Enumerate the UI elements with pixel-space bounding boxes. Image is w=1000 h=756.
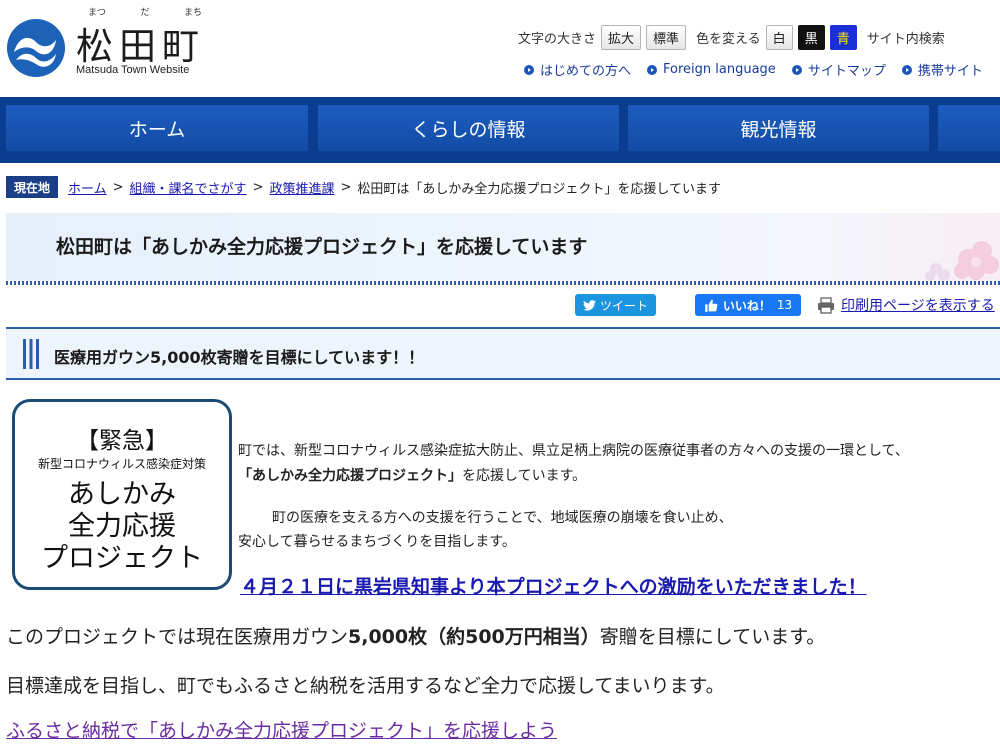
link-mobile-site[interactable]: 携帯サイト (901, 60, 983, 79)
printer-icon (818, 296, 834, 314)
share-toolbar: ツイート いいね！ 13 印刷用ページを表示する (0, 294, 1000, 318)
breadcrumb-dept[interactable]: 政策推進課 (269, 178, 334, 197)
nav-item-next[interactable] (938, 105, 1000, 151)
font-standard-button[interactable]: 標準 (646, 24, 687, 50)
breadcrumb-badge: 現在地 (6, 176, 59, 198)
town-emblem-logo[interactable] (6, 18, 66, 78)
nav-item-tourism[interactable]: 観光情報 (628, 105, 929, 151)
circle-arrow-icon (901, 64, 912, 75)
circle-arrow-icon (524, 64, 534, 75)
color-white-button[interactable]: 白 (765, 24, 793, 50)
link-sitemap[interactable]: サイトマップ (791, 60, 886, 79)
breadcrumb: 現在地 ホーム > 組織・課名でさがす > 政策推進課 > 松田町は「あしかみ全… (6, 176, 721, 198)
goal-paragraph: このプロジェクトでは現在医療用ガウン5,000枚（約500万円相当）寄贈を目標に… (6, 622, 825, 649)
font-enlarge-button[interactable]: 拡大 (601, 24, 642, 50)
emblem-line-5: プロジェクト (41, 543, 203, 574)
emblem-line-2: 新型コロナウィルス感染症対策 (37, 457, 206, 471)
breadcrumb-home[interactable]: ホーム (68, 178, 107, 197)
color-black-button[interactable]: 黒 (797, 24, 825, 50)
link-sitemap-label: サイトマップ (807, 64, 886, 79)
emblem-line-1: 【緊急】 (76, 428, 168, 454)
support-paragraph-line-2: 安心して暮らせるまちづくりを目指します。 (238, 534, 516, 550)
link-foreign-language[interactable]: Foreign language (647, 60, 776, 79)
site-name[interactable]: 松田町 (76, 16, 205, 70)
circle-arrow-icon (791, 64, 802, 75)
header-links: はじめての方へ Foreign language サイトマップ 携帯サイト (524, 60, 999, 79)
like-button[interactable]: いいね！ 13 (695, 294, 801, 316)
goal-text-a: このプロジェクトでは現在医療用ガウン (6, 626, 349, 648)
site-header: まつ だ まち 松田町 Matsuda Town Website 文字の大きさ … (0, 0, 1000, 97)
breadcrumb-separator: > (112, 179, 124, 195)
furusato-tax-link[interactable]: ふるさと納税で「あしかみ全力応援プロジェクト」を応援しよう (6, 716, 557, 743)
project-emblem: 【緊急】 新型コロナウィルス感染症対策 あしかみ 全力応援 プロジェクト (12, 399, 232, 590)
heading-bars-icon (23, 339, 39, 369)
print-page-label: 印刷用ページを表示する (841, 298, 995, 314)
color-blue-button[interactable]: 青 (829, 24, 857, 50)
print-page-link[interactable]: 印刷用ページを表示する (817, 295, 995, 315)
site-search-label: サイト内検索 (866, 31, 945, 47)
breadcrumb-separator: > (340, 179, 352, 195)
support-paragraph-line-1: 町の医療を支える方への支援を行うことで、地域医療の崩壊を食い止め、 (272, 510, 733, 526)
tweet-label: ツイート (599, 298, 648, 313)
tweet-button[interactable]: ツイート (575, 294, 656, 316)
link-mobile-site-label: 携帯サイト (917, 64, 983, 79)
intro-paragraph-line-1: 町では、新型コロナウィルス感染症拡大防止、県立足柄上病院の医療従事者の方々への支… (238, 443, 909, 459)
flower-decoration-icon (925, 241, 999, 281)
color-change-label: 色を変える (696, 31, 761, 47)
page-title-band: 松田町は「あしかみ全力応援プロジェクト」を応援しています (6, 213, 1000, 285)
project-name-bold: 「あしかみ全力応援プロジェクト」 (238, 468, 462, 484)
page-title: 松田町は「あしかみ全力応援プロジェクト」を応援しています (56, 236, 588, 258)
global-nav: ホーム くらしの情報 観光情報 (0, 97, 1000, 163)
thumbs-up-icon (705, 299, 718, 312)
goal-amount-bold: 5,000枚（約500万円相当） (348, 626, 600, 648)
link-foreign-language-label: Foreign language (663, 62, 776, 77)
goal-text-b: 寄贈を目標にしています。 (599, 626, 826, 648)
link-first-visit-label: はじめての方へ (540, 64, 632, 79)
nav-item-living[interactable]: くらしの情報 (318, 105, 619, 151)
nav-item-home[interactable]: ホーム (6, 105, 308, 151)
circle-arrow-icon (647, 64, 658, 75)
intro-paragraph-line-2: 「あしかみ全力応援プロジェクト」を応援しています。 (238, 465, 586, 485)
like-label: いいね！ (722, 298, 771, 313)
governor-encouragement-link[interactable]: ４月２１日に黒岩県知事より本プロジェクトへの激励をいただきました！ (240, 572, 867, 599)
breadcrumb-separator: > (252, 179, 264, 195)
font-size-label: 文字の大きさ (518, 31, 597, 47)
like-count: 13 (776, 298, 793, 312)
site-subtitle: Matsuda Town Website (76, 64, 190, 76)
intro-line-2-rest: を応援しています。 (462, 468, 587, 484)
utility-toolbar: 文字の大きさ 拡大 標準 色を変える 白 黒 青 サイト内検索 (518, 24, 945, 50)
section-title: 医療用ガウン5,000枚寄贈を目標にしています！！ (54, 348, 425, 367)
support-statement: 目標達成を目指し、町でもふるさと納税を活用するなど全力で応援してまいります。 (6, 675, 725, 697)
breadcrumb-org[interactable]: 組織・課名でさがす (130, 178, 247, 197)
twitter-bird-icon (582, 299, 596, 311)
link-first-visit[interactable]: はじめての方へ (524, 60, 631, 79)
breadcrumb-current: 松田町は「あしかみ全力応援プロジェクト」を応援しています (357, 181, 722, 197)
section-heading: 医療用ガウン5,000枚寄贈を目標にしています！！ (6, 327, 1000, 380)
